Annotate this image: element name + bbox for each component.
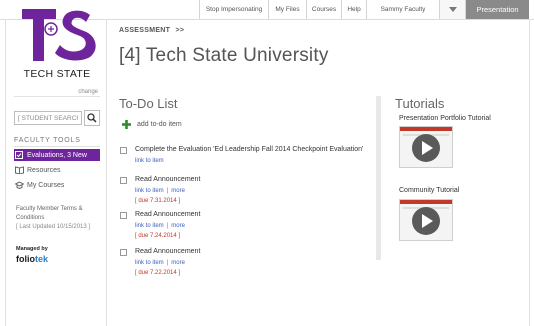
change-logo-link[interactable]: change bbox=[60, 89, 98, 95]
todo-title: Complete the Evaluation 'Ed Leadership F… bbox=[135, 146, 364, 153]
link-to-item[interactable]: link to item bbox=[135, 158, 164, 164]
sidebar-item-resources[interactable]: Resources bbox=[14, 164, 100, 176]
todo-links: link to item bbox=[135, 158, 164, 164]
more-link[interactable]: more bbox=[171, 223, 185, 229]
caret-down-icon bbox=[448, 7, 457, 12]
search-icon bbox=[87, 113, 97, 123]
nav-help[interactable]: Help bbox=[341, 0, 366, 19]
tutorial-title[interactable]: Presentation Portfolio Tutorial bbox=[399, 115, 491, 122]
logo: TECH STATE bbox=[14, 7, 100, 97]
todo-due-date: [ due 7.22.2014 ] bbox=[135, 270, 181, 276]
tech-state-logo-mark bbox=[22, 9, 96, 61]
link-to-item[interactable]: link to item bbox=[135, 223, 164, 229]
breadcrumb-arrow: >> bbox=[175, 27, 185, 34]
sidebar-item-evaluations[interactable]: Evaluations, 3 New bbox=[14, 149, 100, 161]
managed-by-label: Managed by bbox=[16, 246, 48, 252]
sidebar-item-label: Resources bbox=[27, 166, 61, 174]
nav-courses[interactable]: Courses bbox=[306, 0, 341, 19]
todo-title: Read Announcement bbox=[135, 176, 201, 183]
play-icon bbox=[412, 134, 440, 162]
presentation-button[interactable]: Presentation bbox=[466, 0, 529, 19]
todo-title: Read Announcement bbox=[135, 211, 201, 218]
todo-due-date: [ due 7.31.2014 ] bbox=[135, 198, 181, 204]
breadcrumb: ASSESSMENT >> bbox=[119, 27, 184, 34]
left-frame-line bbox=[5, 19, 6, 326]
link-to-item[interactable]: link to item bbox=[135, 188, 164, 194]
tutorials-heading: Tutorials bbox=[395, 96, 445, 111]
courses-icon bbox=[14, 180, 24, 190]
tutorial-video-thumbnail[interactable] bbox=[399, 126, 453, 168]
user-menu-dropdown[interactable] bbox=[439, 0, 466, 19]
todo-checkbox[interactable] bbox=[120, 147, 127, 154]
nav-stop-impersonating[interactable]: Stop Impersonating bbox=[199, 0, 268, 19]
link-to-item[interactable]: link to item bbox=[135, 260, 164, 266]
breadcrumb-assessment[interactable]: ASSESSMENT bbox=[119, 27, 170, 34]
add-todo-button[interactable]: add to-do item bbox=[122, 120, 182, 129]
search-button[interactable] bbox=[84, 110, 100, 126]
terms-section: Faculty Member Terms & Conditions [ Last… bbox=[16, 205, 100, 232]
logo-separator bbox=[14, 96, 100, 97]
faculty-tools-rule bbox=[14, 146, 100, 147]
logo-text: TECH STATE bbox=[23, 68, 91, 80]
resources-icon bbox=[14, 165, 24, 175]
todo-checkbox[interactable] bbox=[120, 249, 127, 256]
sidebar-divider-line bbox=[106, 19, 107, 326]
terms-link[interactable]: Faculty Member Terms & Conditions bbox=[16, 206, 83, 221]
sidebar-item-label: Evaluations, 3 New bbox=[27, 151, 87, 159]
more-link[interactable]: more bbox=[171, 188, 185, 194]
todo-checkbox[interactable] bbox=[120, 212, 127, 219]
tutorial-title[interactable]: Community Tutorial bbox=[399, 187, 459, 194]
nav-my-files[interactable]: My Files bbox=[268, 0, 306, 19]
sidebar-item-my-courses[interactable]: My Courses bbox=[14, 179, 100, 191]
student-search-input[interactable] bbox=[14, 111, 82, 125]
foliotek-logo: foliotek bbox=[16, 254, 49, 264]
more-link[interactable]: more bbox=[171, 260, 185, 266]
evaluations-icon bbox=[14, 150, 24, 160]
todo-heading: To-Do List bbox=[119, 96, 178, 111]
todo-links: link to item | more bbox=[135, 260, 185, 266]
play-icon bbox=[412, 207, 440, 235]
nav-user-name[interactable]: Sammy Faculty bbox=[366, 0, 439, 19]
todo-links: link to item | more bbox=[135, 188, 185, 194]
right-frame-line bbox=[529, 19, 530, 326]
sidebar-item-label: My Courses bbox=[27, 181, 65, 189]
add-todo-label: add to-do item bbox=[137, 121, 182, 128]
top-nav: Stop Impersonating My Files Courses Help… bbox=[199, 0, 466, 19]
terms-updated: [ Last Updated 10/15/2013 ] bbox=[16, 224, 91, 230]
column-divider bbox=[376, 96, 381, 260]
tutorial-video-thumbnail[interactable] bbox=[399, 199, 453, 241]
plus-icon bbox=[122, 120, 131, 129]
todo-title: Read Announcement bbox=[135, 248, 201, 255]
faculty-tools-heading: FACULTY TOOLS bbox=[14, 137, 81, 144]
todo-checkbox[interactable] bbox=[120, 177, 127, 184]
todo-due-date: [ due 7.24.2014 ] bbox=[135, 233, 181, 239]
page-title: [4] Tech State University bbox=[119, 45, 329, 66]
todo-links: link to item | more bbox=[135, 223, 185, 229]
